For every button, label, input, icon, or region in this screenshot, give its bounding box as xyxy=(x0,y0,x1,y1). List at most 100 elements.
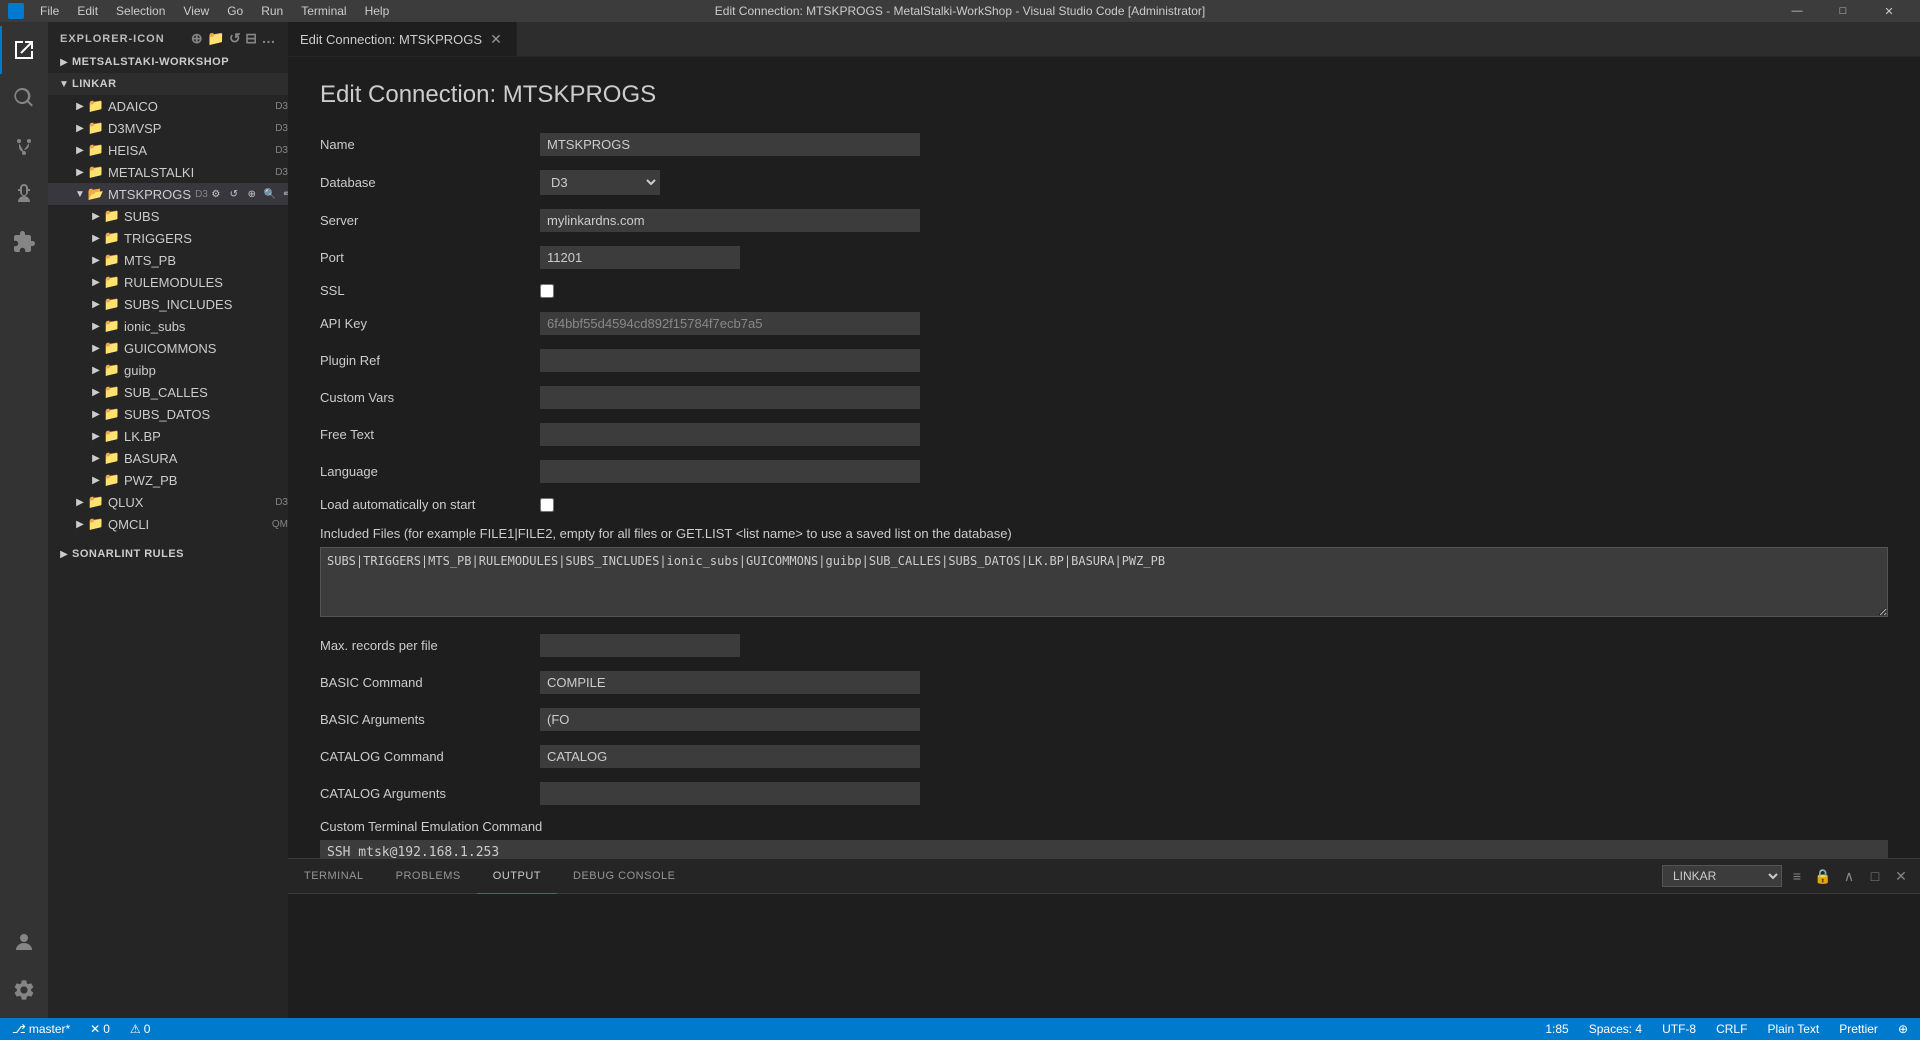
new-file-icon[interactable]: ⊕ xyxy=(244,186,260,202)
activity-settings[interactable] xyxy=(0,966,48,1014)
tree-item-actions: ⚙ ↺ ⊕ 🔍 ✏ ▷ xyxy=(208,186,288,202)
sidebar-item-guicommons[interactable]: ▶ 📁 GUICOMMONS xyxy=(48,337,288,359)
clear-output-icon[interactable]: ≡ xyxy=(1786,865,1808,887)
menu-file[interactable]: File xyxy=(32,4,67,18)
included-files-section: Included Files (for example FILE1|FILE2,… xyxy=(320,526,1888,620)
refresh-icon[interactable]: ↺ xyxy=(226,186,242,202)
ssl-checkbox[interactable] xyxy=(540,284,554,298)
search-icon[interactable]: 🔍 xyxy=(262,186,278,202)
refresh-icon[interactable]: ↺ xyxy=(229,30,241,47)
language-input[interactable] xyxy=(540,460,920,483)
sidebar-item-mtskprogs[interactable]: ▼ 📂 MTSKPROGS D3 ⚙ ↺ ⊕ 🔍 ✏ ▷ xyxy=(48,183,288,205)
form-row-basic-arguments: BASIC Arguments xyxy=(320,708,1888,731)
sidebar-item-guibp[interactable]: ▶ 📁 guibp xyxy=(48,359,288,381)
expand-arrow: ▶ xyxy=(56,549,72,560)
sidebar-item-mts-pb[interactable]: ▶ 📁 MTS_PB xyxy=(48,249,288,271)
maximize-panel-icon[interactable]: □ xyxy=(1864,865,1886,887)
status-encoding[interactable]: UTF-8 xyxy=(1658,1022,1700,1036)
activity-explorer[interactable] xyxy=(0,26,48,74)
form-row-port: Port xyxy=(320,246,1888,269)
menu-edit[interactable]: Edit xyxy=(69,4,106,18)
tab-close-button[interactable]: ✕ xyxy=(488,31,504,48)
status-formatter[interactable]: Prettier xyxy=(1835,1022,1882,1036)
basic-arguments-input[interactable] xyxy=(540,708,920,731)
status-errors[interactable]: ✕ 0 xyxy=(86,1022,114,1036)
sidebar-item-subs[interactable]: ▶ 📁 SUBS xyxy=(48,205,288,227)
port-input[interactable] xyxy=(540,246,740,269)
collapse-panel-icon[interactable]: ∧ xyxy=(1838,865,1860,887)
sidebar-item-basura[interactable]: ▶ 📁 BASURA xyxy=(48,447,288,469)
collapse-icon[interactable]: ⊟ xyxy=(245,30,257,47)
menu-go[interactable]: Go xyxy=(219,4,251,18)
status-language[interactable]: Plain Text xyxy=(1763,1022,1823,1036)
sidebar-item-qmcli[interactable]: ▶ 📁 QMCLI QM xyxy=(48,513,288,535)
menu-view[interactable]: View xyxy=(175,4,217,18)
sidebar-item-subs-includes[interactable]: ▶ 📁 SUBS_INCLUDES xyxy=(48,293,288,315)
sidebar-item-lk-bp[interactable]: ▶ 📁 LK.BP xyxy=(48,425,288,447)
sidebar-item-sub-calles[interactable]: ▶ 📁 SUB_CALLES xyxy=(48,381,288,403)
sidebar-item-metsalstaki-workshop[interactable]: ▶ METSALSTAKI-WORKSHOP xyxy=(48,51,288,73)
tab-debug-console[interactable]: DEBUG CONSOLE xyxy=(557,859,691,894)
form-row-catalog-arguments: CATALOG Arguments xyxy=(320,782,1888,805)
close-button[interactable]: ✕ xyxy=(1866,0,1912,22)
status-notifications[interactable]: ⊕ xyxy=(1894,1022,1912,1036)
status-eol[interactable]: CRLF xyxy=(1712,1022,1751,1036)
settings-icon[interactable]: ⚙ xyxy=(208,186,224,202)
activity-accounts[interactable] xyxy=(0,918,48,966)
panel-content xyxy=(288,894,1920,1018)
minimize-button[interactable]: ― xyxy=(1774,0,1820,22)
status-warnings[interactable]: ⚠ 0 xyxy=(126,1022,154,1036)
close-panel-icon[interactable]: ✕ xyxy=(1890,865,1912,887)
status-position[interactable]: 1:85 xyxy=(1541,1022,1572,1036)
edit-icon[interactable]: ✏ xyxy=(280,186,288,202)
name-input[interactable] xyxy=(540,133,920,156)
included-files-textarea[interactable]: SUBS|TRIGGERS|MTS_PB|RULEMODULES|SUBS_IN… xyxy=(320,547,1888,617)
load-auto-checkbox[interactable] xyxy=(540,498,554,512)
activity-source-control[interactable] xyxy=(0,122,48,170)
tab-terminal[interactable]: TERMINAL xyxy=(288,859,380,894)
new-file-icon[interactable]: ⊕ xyxy=(191,30,203,47)
activity-search[interactable] xyxy=(0,74,48,122)
status-branch[interactable]: ⎇ master* xyxy=(8,1022,74,1036)
sidebar-item-pwz-pb[interactable]: ▶ 📁 PWZ_PB xyxy=(48,469,288,491)
maximize-button[interactable]: □ xyxy=(1820,0,1866,22)
activity-debug[interactable] xyxy=(0,170,48,218)
sidebar-label: LINKAR xyxy=(72,78,288,90)
sidebar-item-subs-datos[interactable]: ▶ 📁 SUBS_DATOS xyxy=(48,403,288,425)
sidebar-item-ionic-subs[interactable]: ▶ 📁 ionic_subs xyxy=(48,315,288,337)
max-records-input[interactable] xyxy=(540,634,740,657)
activity-extensions[interactable] xyxy=(0,218,48,266)
basic-command-input[interactable] xyxy=(540,671,920,694)
apikey-input[interactable] xyxy=(540,312,920,335)
menu-help[interactable]: Help xyxy=(357,4,398,18)
catalog-command-input[interactable] xyxy=(540,745,920,768)
plugin-ref-input[interactable] xyxy=(540,349,920,372)
tab-problems[interactable]: PROBLEMS xyxy=(380,859,477,894)
menu-run[interactable]: Run xyxy=(253,4,291,18)
new-folder-icon[interactable]: 📁 xyxy=(207,30,225,47)
server-input[interactable] xyxy=(540,209,920,232)
tab-output[interactable]: OUTPUT xyxy=(477,859,557,894)
catalog-arguments-input[interactable] xyxy=(540,782,920,805)
status-spaces[interactable]: Spaces: 4 xyxy=(1585,1022,1646,1036)
sidebar-item-d3mvsp[interactable]: ▶ 📁 D3MVSP D3 xyxy=(48,117,288,139)
lock-output-icon[interactable]: 🔒 xyxy=(1812,865,1834,887)
sidebar-item-adaico[interactable]: ▶ 📁 ADAICO D3 xyxy=(48,95,288,117)
sidebar-item-linkar[interactable]: ▼ LINKAR xyxy=(48,73,288,95)
sidebar-item-rulemodules[interactable]: ▶ 📁 RULEMODULES xyxy=(48,271,288,293)
sidebar-item-sonarlint[interactable]: ▶ SONARLINT RULES xyxy=(48,543,288,565)
output-source-select[interactable]: LINKAR Git Extensions xyxy=(1662,865,1782,887)
tab-edit-connection[interactable]: Edit Connection: MTSKPROGS ✕ xyxy=(288,22,517,56)
free-text-input[interactable] xyxy=(540,423,920,446)
sidebar-item-qlux[interactable]: ▶ 📁 QLUX D3 xyxy=(48,491,288,513)
menu-selection[interactable]: Selection xyxy=(108,4,173,18)
terminal-emulation-input[interactable] xyxy=(320,840,1888,858)
sidebar-item-metalstalki[interactable]: ▶ 📁 METALSTALKI D3 xyxy=(48,161,288,183)
more-actions-icon[interactable]: … xyxy=(262,30,277,47)
menu-terminal[interactable]: Terminal xyxy=(293,4,354,18)
sidebar-item-heisa[interactable]: ▶ 📁 HEISA D3 xyxy=(48,139,288,161)
custom-vars-input[interactable] xyxy=(540,386,920,409)
database-select[interactable]: D3 QM MVBASE jBASE OpenQM xyxy=(540,170,660,195)
sidebar-item-triggers[interactable]: ▶ 📁 TRIGGERS xyxy=(48,227,288,249)
badge: QM xyxy=(272,519,288,530)
